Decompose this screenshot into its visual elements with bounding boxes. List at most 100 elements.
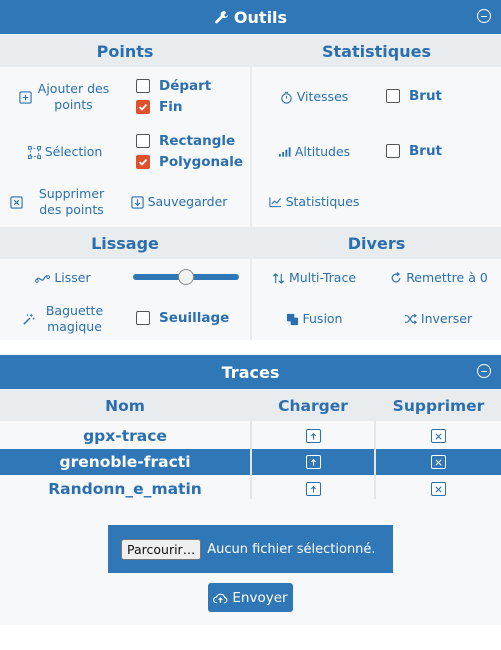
shuffle-icon — [404, 313, 417, 325]
check-icon — [138, 103, 148, 111]
altitudes-label: Altitudes — [294, 144, 351, 159]
download-icon — [130, 195, 144, 209]
selection-button[interactable]: Sélection — [10, 142, 120, 162]
rectangle-checkbox[interactable]: Rectangle — [136, 133, 235, 149]
trend-chart-icon — [268, 197, 281, 208]
lissage-heading: Lissage — [0, 227, 250, 259]
traces-header[interactable]: Traces — [0, 355, 501, 389]
vitesses-button[interactable]: Vitesses — [268, 87, 360, 107]
inverser-label: Inverser — [420, 311, 473, 326]
load-trace-button[interactable] — [305, 429, 321, 443]
lisser-label: Lisser — [54, 270, 91, 285]
check-icon — [138, 158, 148, 166]
brut-vitesses-box[interactable] — [386, 89, 400, 103]
statistiques-heading: Statistiques — [252, 35, 501, 67]
magic-wand-icon — [22, 313, 35, 325]
inverser-button[interactable]: Inverser — [396, 309, 480, 329]
outils-header[interactable]: Outils — [0, 0, 501, 34]
selection-label: Sélection — [44, 144, 103, 159]
delete-trace-button[interactable] — [431, 482, 446, 496]
statistiques-label: Statistiques — [285, 194, 360, 209]
brut-altitudes-box[interactable] — [386, 144, 400, 158]
cloud-upload-icon — [213, 593, 228, 603]
up-down-arrows-icon — [272, 272, 284, 284]
delete-points-button[interactable]: Supprimer des points — [6, 185, 120, 219]
bar-chart-icon — [278, 147, 291, 157]
trace-name[interactable]: grenoble-fracti — [0, 449, 250, 475]
polygonale-box[interactable] — [136, 155, 150, 169]
column-divider — [250, 35, 252, 340]
stopwatch-icon — [281, 91, 292, 104]
add-points-label: Ajouter des points — [37, 81, 110, 112]
trace-name[interactable]: gpx-trace — [0, 423, 250, 449]
seuillage-label: Seuillage — [159, 310, 230, 326]
wrench-icon — [215, 10, 228, 23]
delete-trace-button[interactable] — [431, 429, 446, 443]
delete-points-label: Supprimer des points — [38, 186, 105, 217]
multi-trace-label: Multi-Trace — [288, 270, 357, 285]
polygonale-label: Polygonale — [159, 154, 244, 170]
col-nom: Nom — [105, 396, 145, 415]
save-label: Sauvegarder — [147, 194, 228, 209]
load-trace-button[interactable] — [305, 455, 321, 469]
column-divider — [374, 421, 376, 499]
points-heading: Points — [0, 35, 250, 67]
polygonale-checkbox[interactable]: Polygonale — [136, 154, 243, 170]
statistiques-button[interactable]: Statistiques — [264, 192, 364, 212]
send-label: Envoyer — [232, 589, 288, 606]
brut-vitesses-label: Brut — [409, 88, 443, 104]
baguette-label: Baguette magique — [45, 303, 104, 334]
load-trace-button[interactable] — [305, 482, 321, 496]
outils-title: Outils — [233, 7, 288, 27]
traces-title: Traces — [221, 362, 280, 382]
delete-trace-button[interactable] — [431, 455, 446, 469]
fusion-icon — [286, 313, 298, 325]
remettre-label: Remettre à 0 — [406, 270, 488, 285]
column-divider — [250, 421, 252, 499]
outils-panel: Outils Points Statistiques Ajouter des p… — [0, 0, 501, 340]
depart-box[interactable] — [136, 79, 150, 93]
multi-trace-button[interactable]: Multi-Trace — [266, 268, 362, 288]
depart-checkbox[interactable]: Départ — [136, 78, 211, 94]
brut-vitesses-checkbox[interactable]: Brut — [386, 88, 442, 104]
rectangle-label: Rectangle — [159, 133, 236, 149]
slider-thumb[interactable] — [178, 269, 194, 285]
altitudes-button[interactable]: Altitudes — [268, 142, 360, 162]
seuillage-checkbox[interactable]: Seuillage — [136, 310, 229, 326]
fusion-label: Fusion — [302, 311, 343, 326]
col-charger: Charger — [278, 396, 348, 415]
save-button[interactable]: Sauvegarder — [130, 192, 228, 212]
brut-altitudes-checkbox[interactable]: Brut — [386, 143, 442, 159]
upload-arrow-icon — [310, 485, 316, 493]
remettre-button[interactable]: Remettre à 0 — [388, 268, 490, 288]
close-icon — [435, 485, 442, 493]
trace-name[interactable]: Randonn_e_matin — [0, 476, 250, 502]
traces-table-header: Nom Charger Supprimer — [0, 390, 501, 421]
collapse-icon[interactable] — [477, 9, 491, 23]
depart-label: Départ — [159, 78, 212, 94]
fin-box[interactable] — [136, 100, 150, 114]
vitesses-label: Vitesses — [296, 89, 349, 104]
upload-arrow-icon — [310, 432, 316, 440]
fusion-button[interactable]: Fusion — [276, 309, 352, 329]
collapse-icon[interactable] — [477, 364, 491, 378]
add-points-button[interactable]: Ajouter des points — [10, 80, 120, 114]
send-button[interactable]: Envoyer — [208, 583, 293, 612]
close-icon — [435, 432, 442, 440]
rectangle-box[interactable] — [136, 134, 150, 148]
baguette-button[interactable]: Baguette magique — [20, 302, 112, 336]
smoothing-slider[interactable] — [133, 269, 239, 285]
upload-arrow-icon — [310, 458, 316, 466]
seuillage-box[interactable] — [136, 311, 150, 325]
file-upload-box: Parcourir… Aucun fichier sélectionné. — [108, 525, 393, 573]
reset-icon — [391, 272, 401, 283]
divers-heading: Divers — [252, 227, 501, 259]
lisser-button[interactable]: Lisser — [26, 268, 100, 288]
selection-icon — [27, 145, 41, 159]
x-square-icon — [9, 195, 23, 209]
col-supprimer: Supprimer — [392, 396, 485, 415]
browse-button[interactable]: Parcourir… — [121, 538, 202, 560]
brut-altitudes-label: Brut — [409, 143, 443, 159]
no-file-label: Aucun fichier sélectionné. — [207, 541, 376, 557]
fin-checkbox[interactable]: Fin — [136, 99, 182, 115]
